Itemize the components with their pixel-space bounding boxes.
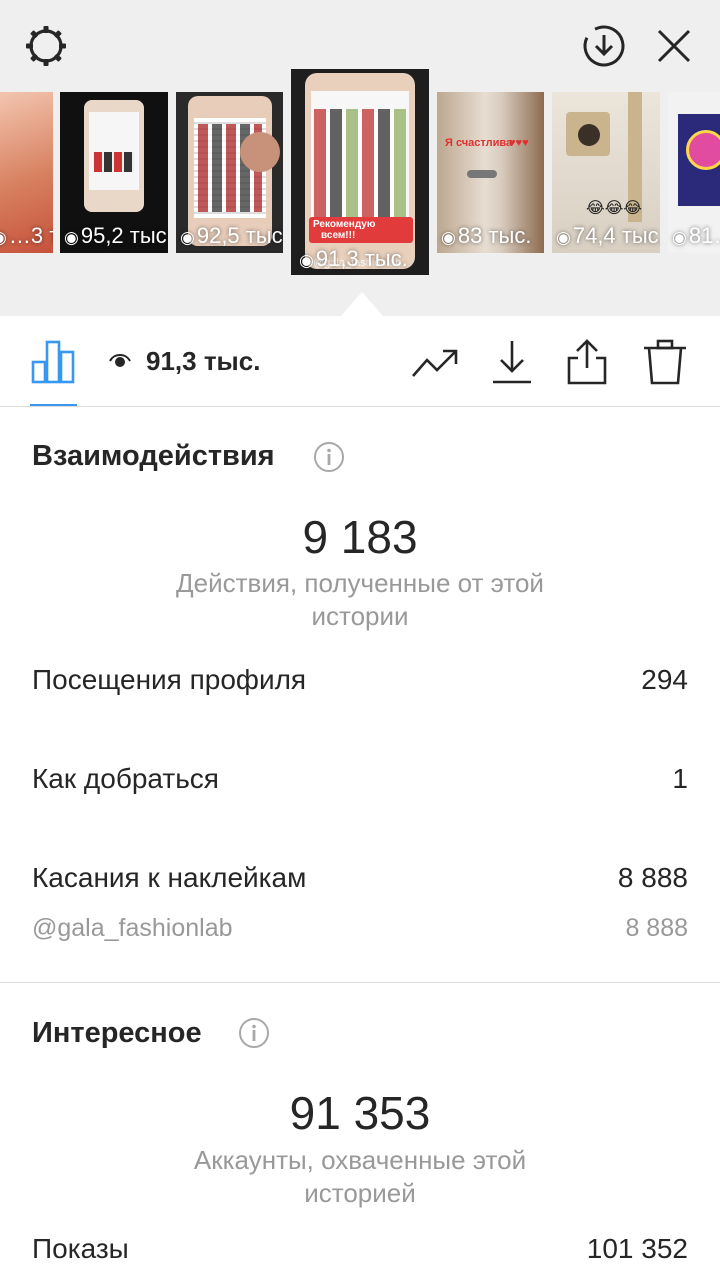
- story-thumbnail[interactable]: ◉81…: [668, 92, 720, 253]
- story-views: 74,4 тыс.: [572, 223, 660, 248]
- discovery-total: 91 353: [289, 1087, 431, 1139]
- laughing-emoji-icon: 😂😂😂: [586, 200, 643, 217]
- trending-arrow-icon[interactable]: [410, 338, 458, 386]
- insights-toolbar: 91,3 тыс.: [0, 316, 720, 407]
- story-carousel: ◉…3 тыс. ◉95,2 тыс. ◉92,5 тыс. Рекоменду…: [0, 0, 720, 317]
- eye-icon: ◉: [180, 228, 195, 247]
- row-label-impressions: Показы: [32, 1233, 129, 1264]
- discovery-caption: Аккаунты, охваченные этой историей: [193, 1145, 527, 1208]
- story-thumbnail[interactable]: ◉92,5 тыс.: [176, 92, 283, 253]
- story-views: …3 тыс.: [8, 223, 53, 248]
- story-views: 92,5 тыс.: [196, 223, 283, 248]
- info-icon[interactable]: [238, 1017, 270, 1049]
- hearts-icon: ♥♥♥: [509, 137, 529, 149]
- discovery-title: Интересное: [32, 1017, 202, 1049]
- sticker-handle[interactable]: @gala_fashionlab: [32, 914, 233, 943]
- views-count: 91,3 тыс.: [146, 346, 261, 376]
- eye-icon: [108, 350, 132, 370]
- save-circle-icon[interactable]: [582, 24, 626, 68]
- eye-icon: ◉: [299, 251, 314, 270]
- story-caption: всем!!!: [321, 230, 356, 241]
- story-thumbnail[interactable]: 😂😂😂 ◉74,4 тыс.: [552, 92, 660, 253]
- row-value-impressions: 101 352: [586, 1233, 688, 1264]
- story-thumbnail[interactable]: Я счастлива ♥♥♥ ◉83 тыс.: [437, 92, 544, 253]
- trash-icon[interactable]: [641, 338, 689, 386]
- insights-bar-chart-icon[interactable]: [30, 338, 78, 386]
- interactions-total: 9 183: [302, 511, 418, 563]
- share-icon[interactable]: [563, 338, 611, 386]
- story-views: 83 тыс.: [457, 223, 532, 248]
- story-views: 91,3 тыс.: [315, 246, 408, 271]
- row-label-sticker-taps: Касания к наклейкам: [32, 862, 307, 893]
- story-caption: Я счастлива: [445, 137, 513, 149]
- eye-icon: ◉: [64, 228, 79, 247]
- eye-icon: ◉: [0, 228, 7, 247]
- section-divider: [0, 982, 720, 983]
- download-icon[interactable]: [488, 338, 536, 386]
- sticker-handle-taps: 8 888: [625, 914, 688, 942]
- eye-icon: ◉: [556, 228, 571, 247]
- row-value-directions: 1: [672, 763, 688, 794]
- interactions-title: Взаимодействия: [32, 440, 275, 472]
- interactions-caption: Действия, полученные от этой истории: [176, 568, 544, 631]
- row-label-directions: Как добраться: [32, 763, 219, 794]
- story-thumbnail[interactable]: ◉…3 тыс.: [0, 92, 53, 253]
- eye-icon: ◉: [441, 228, 456, 247]
- row-label-profile-visits: Посещения профиля: [32, 664, 307, 695]
- row-value-sticker-taps: 8 888: [617, 862, 688, 893]
- settings-gear-icon[interactable]: [24, 24, 68, 68]
- story-thumbnail-selected[interactable]: Рекомендую всем!!! @gala_fashionlab ◉91,…: [291, 69, 429, 275]
- selection-pointer: [340, 292, 384, 317]
- row-value-profile-visits: 294: [641, 664, 688, 695]
- story-views: 81…: [688, 223, 720, 248]
- info-icon[interactable]: [313, 441, 345, 473]
- story-views: 95,2 тыс.: [80, 223, 168, 248]
- eye-icon: ◉: [672, 228, 687, 247]
- close-icon[interactable]: [652, 24, 696, 68]
- active-tab-indicator: [30, 404, 77, 406]
- story-thumbnail[interactable]: ◉95,2 тыс.: [60, 92, 168, 253]
- story-caption: Рекомендую: [313, 219, 376, 230]
